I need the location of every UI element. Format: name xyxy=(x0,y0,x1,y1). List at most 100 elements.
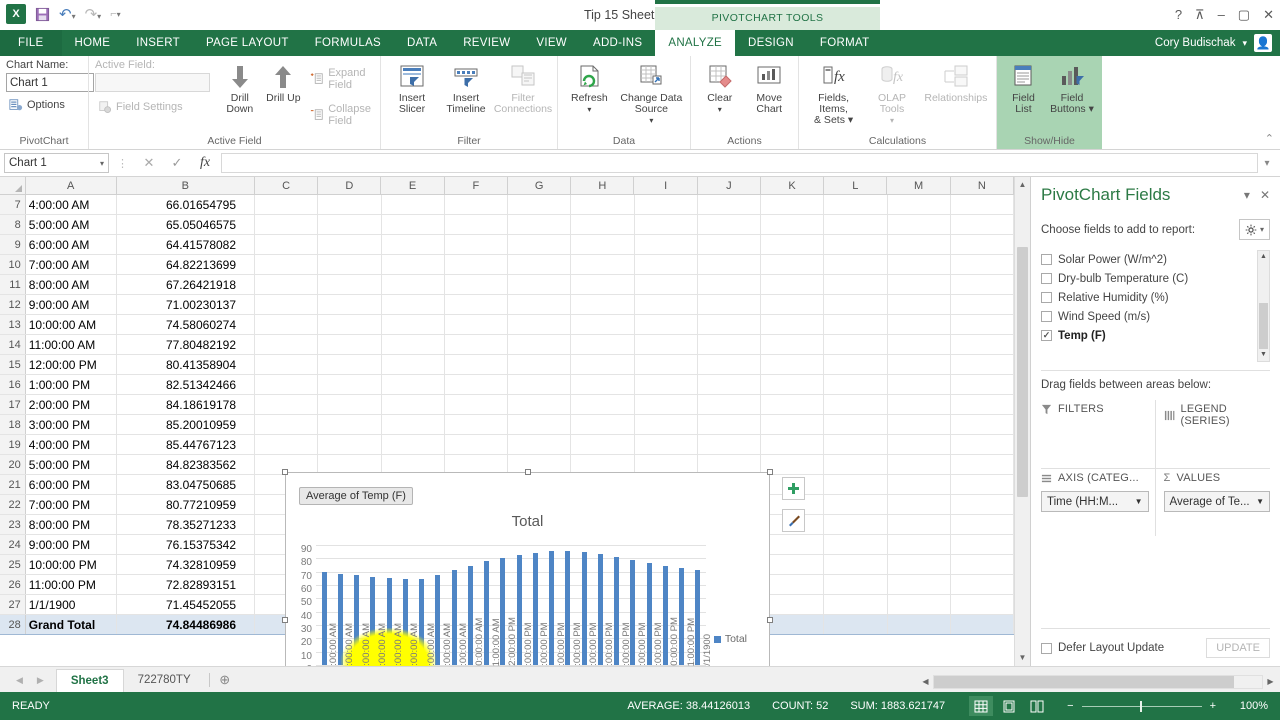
grid-cell[interactable] xyxy=(508,295,572,314)
grid-cell[interactable]: 84.82383562 xyxy=(117,455,256,474)
customize-quick-access-icon[interactable]: ⌐▾ xyxy=(110,8,120,20)
grid-cell[interactable] xyxy=(571,435,635,454)
grid-cell[interactable] xyxy=(382,335,445,354)
value-field-button[interactable]: Average of Temp (F) xyxy=(299,487,413,505)
field-scroll-down-icon[interactable]: ▼ xyxy=(1258,349,1269,361)
grid-cell[interactable] xyxy=(698,335,762,354)
add-sheet-icon[interactable]: ⊕ xyxy=(214,672,236,692)
grid-cell[interactable] xyxy=(445,275,509,294)
grid-cell[interactable]: 5:00:00 PM xyxy=(26,455,117,474)
grid-cell[interactable]: 12:00:00 PM xyxy=(26,355,117,374)
grid-cell[interactable] xyxy=(318,395,382,414)
grid-cell[interactable] xyxy=(951,415,1014,434)
row-header[interactable]: 26 xyxy=(0,575,26,594)
grid-cell[interactable] xyxy=(951,395,1014,414)
grid-cell[interactable]: 85.20010959 xyxy=(117,415,256,434)
grid-cell[interactable] xyxy=(318,435,382,454)
grid-cell[interactable] xyxy=(951,495,1014,514)
grid-cell[interactable] xyxy=(824,455,888,474)
grid-cell[interactable] xyxy=(445,355,509,374)
sheet-nav-next-icon[interactable]: ▶ xyxy=(37,675,44,686)
grid-cell[interactable] xyxy=(698,375,762,394)
grid-cell[interactable]: 74.84486986 xyxy=(116,615,256,634)
field-list-scrollbar[interactable]: ▲ ▼ xyxy=(1257,250,1270,362)
grid-cell[interactable] xyxy=(508,415,572,434)
grid-cell[interactable] xyxy=(635,215,698,234)
drill-down-button[interactable]: Drill Down xyxy=(220,59,260,115)
grid-cell[interactable] xyxy=(951,595,1014,614)
grid-cell[interactable] xyxy=(951,575,1014,594)
zoom-knob[interactable] xyxy=(1139,700,1142,712)
chart-elements-plus-icon[interactable] xyxy=(782,477,805,500)
help-icon[interactable]: ? xyxy=(1175,5,1182,25)
scroll-thumb[interactable] xyxy=(1017,247,1028,497)
grid-cell[interactable] xyxy=(255,195,319,214)
table-row[interactable]: 9 6:00:00 AM 64.41578082 xyxy=(0,235,1014,255)
column-header-l[interactable]: L xyxy=(824,177,888,194)
grid-cell[interactable] xyxy=(761,595,825,614)
resize-handle-w[interactable] xyxy=(282,617,288,623)
grid-cell[interactable] xyxy=(318,235,382,254)
tab-design[interactable]: DESIGN xyxy=(735,30,807,56)
axis-field-pill-chevron-icon[interactable]: ▼ xyxy=(1135,497,1143,506)
chart-legend[interactable]: Total xyxy=(713,633,747,645)
chart-name-input[interactable] xyxy=(6,73,94,92)
grid-cell[interactable] xyxy=(824,595,888,614)
grid-cell[interactable] xyxy=(698,415,762,434)
table-row[interactable]: 15 12:00:00 PM 80.41358904 xyxy=(0,355,1014,375)
cancel-entry-icon[interactable]: ✕ xyxy=(135,155,163,171)
move-chart-button[interactable]: Move Chart xyxy=(747,59,793,115)
grid-cell[interactable]: 84.18619178 xyxy=(117,395,256,414)
row-header[interactable]: 10 xyxy=(0,255,26,274)
table-row[interactable]: 14 11:00:00 AM 77.80482192 xyxy=(0,335,1014,355)
field-buttons-button[interactable]: Field Buttons ▾ xyxy=(1048,59,1096,115)
grid-cell[interactable] xyxy=(318,335,382,354)
chart-styles-brush-icon[interactable] xyxy=(782,509,805,532)
view-buttons[interactable] xyxy=(969,696,1049,716)
column-header-a[interactable]: A xyxy=(26,177,117,194)
grid-cell[interactable] xyxy=(635,415,698,434)
field-list-item[interactable]: Solar Power (W/m^2) xyxy=(1041,250,1270,269)
pane-tools-button[interactable]: ▾ xyxy=(1238,219,1270,240)
field-scroll-thumb[interactable] xyxy=(1259,303,1268,349)
grid-cell[interactable]: 3:00:00 PM xyxy=(26,415,117,434)
ribbon-tab-strip[interactable]: FILE HOME INSERT PAGE LAYOUT FORMULAS DA… xyxy=(0,30,1280,56)
grid-cell[interactable] xyxy=(255,215,319,234)
grid-cell[interactable] xyxy=(698,355,762,374)
grid-cell[interactable] xyxy=(824,515,888,534)
column-header-g[interactable]: G xyxy=(508,177,572,194)
grid-cell[interactable] xyxy=(951,215,1014,234)
grid-cell[interactable] xyxy=(635,255,698,274)
collapse-field-button[interactable]: Collapse Field xyxy=(307,101,374,129)
grid-cell[interactable] xyxy=(571,375,635,394)
grid-cell[interactable] xyxy=(571,215,635,234)
grid-cell[interactable] xyxy=(571,295,635,314)
grid-cell[interactable] xyxy=(508,395,572,414)
field-list-item[interactable]: Wind Speed (m/s) xyxy=(1041,307,1270,326)
grid-cell[interactable] xyxy=(888,475,951,494)
table-row[interactable]: 13 10:00:00 AM 74.58060274 xyxy=(0,315,1014,335)
grid-cell[interactable] xyxy=(888,235,951,254)
grid-cell[interactable] xyxy=(951,375,1014,394)
grid-cell[interactable] xyxy=(888,535,951,554)
row-header[interactable]: 14 xyxy=(0,335,26,354)
values-field-pill[interactable]: Average of Te... ▼ xyxy=(1163,491,1270,512)
grid-cell[interactable]: 67.26421918 xyxy=(117,275,256,294)
grid-cell[interactable] xyxy=(824,495,888,514)
field-settings-button[interactable]: Field Settings xyxy=(95,98,210,116)
field-checkbox[interactable] xyxy=(1041,292,1052,303)
grid-cell[interactable] xyxy=(824,355,888,374)
grid-cell[interactable]: 7:00:00 AM xyxy=(26,255,117,274)
table-row[interactable]: 11 8:00:00 AM 67.26421918 xyxy=(0,275,1014,295)
grid-cell[interactable] xyxy=(445,375,509,394)
confirm-entry-icon[interactable]: ✓ xyxy=(163,155,191,171)
grid-cell[interactable] xyxy=(761,415,825,434)
hscroll-right-icon[interactable]: ▶ xyxy=(1263,677,1278,686)
grid-cell[interactable]: 77.80482192 xyxy=(117,335,256,354)
grid-cell[interactable] xyxy=(698,315,762,334)
grid-cell[interactable] xyxy=(888,315,951,334)
grid-cell[interactable]: 7:00:00 PM xyxy=(26,495,117,514)
row-header[interactable]: 21 xyxy=(0,475,26,494)
grid-cell[interactable]: 78.35271233 xyxy=(117,515,256,534)
row-header[interactable]: 25 xyxy=(0,555,26,574)
